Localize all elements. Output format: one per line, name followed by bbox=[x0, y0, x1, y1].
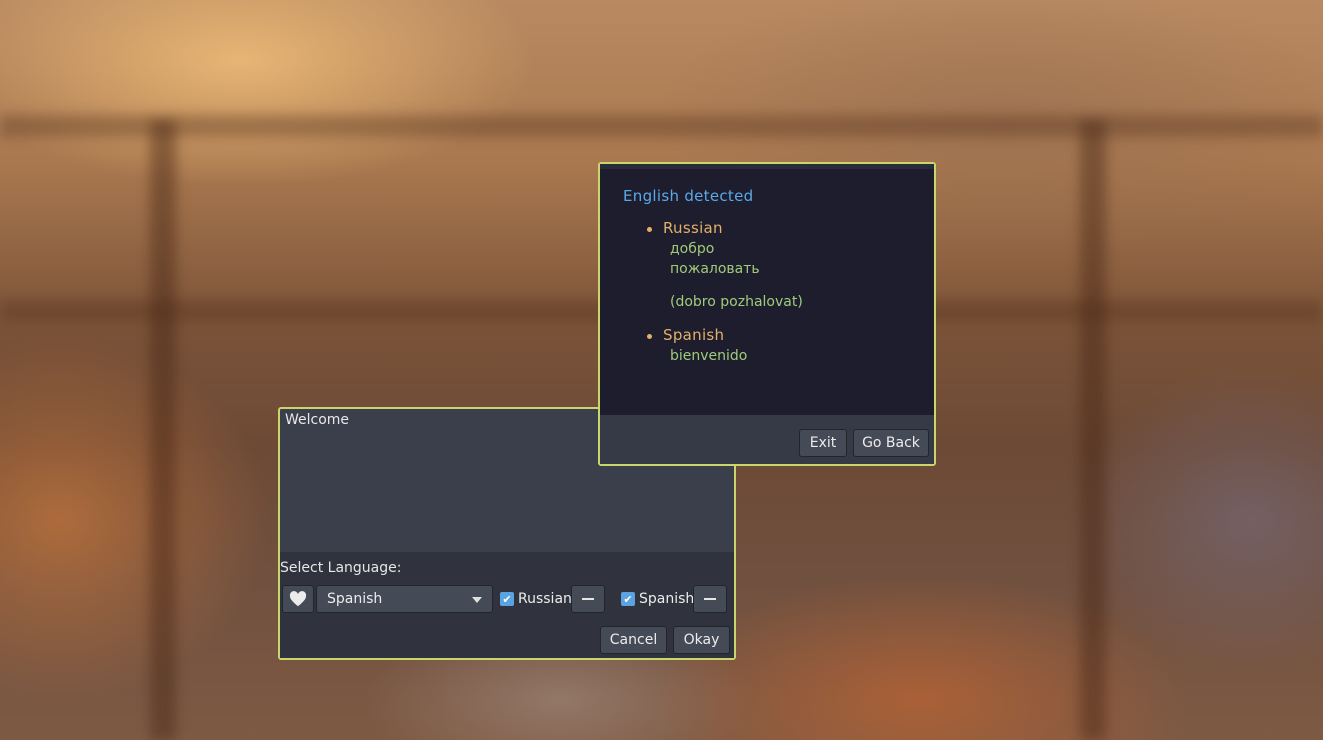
background-beam bbox=[0, 115, 1323, 137]
bullet-icon bbox=[647, 334, 652, 339]
dropdown-selected-value: Spanish bbox=[327, 591, 383, 607]
exit-button[interactable]: Exit bbox=[799, 429, 847, 457]
go-back-button[interactable]: Go Back bbox=[853, 429, 929, 457]
dialog-top-strip bbox=[600, 164, 934, 169]
dialog-title: Welcome bbox=[285, 412, 350, 428]
favorite-button[interactable] bbox=[282, 585, 314, 613]
remove-russian-button[interactable] bbox=[571, 585, 605, 613]
language-dropdown[interactable]: Spanish bbox=[316, 585, 493, 613]
bullet-icon bbox=[647, 227, 652, 232]
background-post bbox=[150, 120, 176, 740]
language-name: Spanish bbox=[663, 326, 725, 344]
translation-word: пожаловать bbox=[670, 261, 760, 277]
checkbox-spanish[interactable]: ✔ Spanish bbox=[621, 591, 694, 607]
translation-words: bienvenido bbox=[670, 346, 747, 366]
detected-heading: English detected bbox=[623, 187, 754, 205]
language-row: Spanish ✔ Russian ✔ Spanish bbox=[280, 585, 734, 613]
checkmark-icon: ✔ bbox=[621, 592, 635, 606]
background-post bbox=[1080, 120, 1106, 740]
select-language-label: Select Language: bbox=[280, 560, 402, 576]
minus-icon bbox=[704, 598, 716, 600]
okay-button[interactable]: Okay bbox=[673, 626, 730, 654]
minus-icon bbox=[582, 598, 594, 600]
checkbox-label: Russian bbox=[518, 591, 572, 607]
language-name: Russian bbox=[663, 219, 723, 237]
checkmark-icon: ✔ bbox=[500, 592, 514, 606]
checkbox-label: Spanish bbox=[639, 591, 695, 607]
translation-word: добро bbox=[670, 241, 715, 257]
remove-spanish-button[interactable] bbox=[693, 585, 727, 613]
chevron-down-icon bbox=[472, 597, 482, 603]
translation-word: bienvenido bbox=[670, 348, 748, 364]
checkbox-russian[interactable]: ✔ Russian bbox=[500, 591, 572, 607]
translation-words: добро пожаловать bbox=[670, 239, 760, 279]
transliteration: (dobro pozhalovat) bbox=[670, 294, 803, 310]
heart-icon bbox=[289, 591, 307, 607]
language-detected-dialog: English detected Russian добро пожаловат… bbox=[598, 162, 936, 466]
cancel-button[interactable]: Cancel bbox=[600, 626, 667, 654]
language-panel: Select Language: Spanish ✔ Russian ✔ Spa… bbox=[280, 552, 734, 658]
dialog-footer: Exit Go Back bbox=[600, 415, 934, 464]
